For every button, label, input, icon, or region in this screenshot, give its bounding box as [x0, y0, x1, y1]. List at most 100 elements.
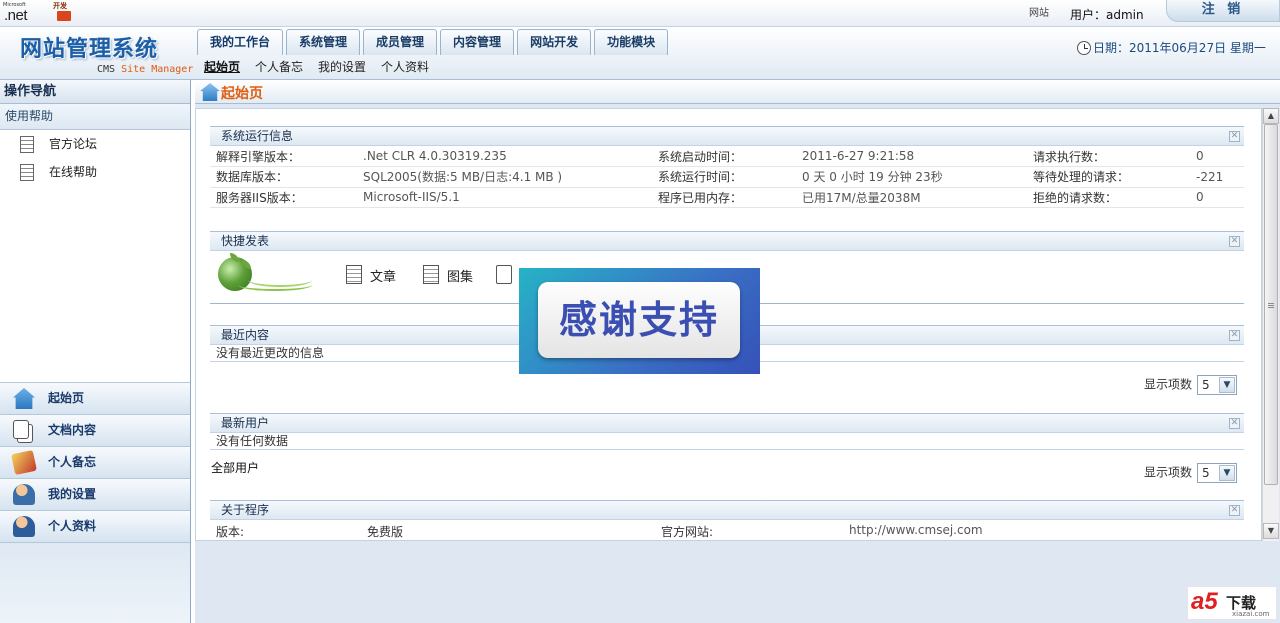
quick-gallery-button[interactable]: 图集 — [423, 265, 474, 285]
brand-sub-site: Site Manager — [121, 64, 194, 75]
dotnet-logo: Microsoft .net — [3, 2, 41, 24]
close-icon[interactable]: ✕ — [1229, 131, 1240, 142]
all-users-link[interactable]: 全部用户 — [211, 459, 259, 476]
panel-title: 系统运行信息 ✕ — [210, 126, 1244, 146]
site-label: 官方网站: — [661, 525, 714, 539]
watermark-brand: a5 — [1191, 588, 1218, 615]
grip-icon — [1268, 303, 1274, 309]
current-user: 用户：admin — [1070, 8, 1144, 22]
thanks-overlay: 感谢支持 — [519, 268, 760, 374]
site-brand-logo: 网站管理系统 — [20, 36, 159, 62]
info-value: .Net CLR 4.0.30319.235 — [357, 146, 652, 167]
document-icon — [20, 136, 34, 153]
sidebar-module-profile[interactable]: 个人资料 — [0, 510, 190, 542]
vertical-scrollbar[interactable]: ▲ ▼ — [1262, 108, 1279, 541]
info-label: 系统启动时间： — [652, 146, 796, 167]
tab-modules[interactable]: 功能模块 — [594, 29, 669, 55]
recent-count-select[interactable]: 5 ▼ — [1197, 375, 1238, 395]
select-value: 5 — [1202, 466, 1210, 480]
recent-count-control: 显示项数 5 ▼ — [1144, 375, 1238, 395]
tab-content[interactable]: 内容管理 — [440, 29, 515, 55]
quick-item-label: 图集 — [447, 270, 474, 285]
panel-title: 关于程序 ✕ — [210, 500, 1244, 520]
top-bar: Microsoft .net 开发 网站 用户：admin 注 销 — [0, 0, 1280, 27]
close-icon[interactable]: ✕ — [1229, 236, 1240, 247]
article-icon — [346, 265, 362, 284]
count-label: 显示项数 — [1144, 377, 1193, 392]
close-icon[interactable]: ✕ — [1229, 330, 1240, 341]
schedule-icon[interactable] — [496, 265, 512, 284]
info-value: Microsoft-IIS/5.1 — [357, 187, 652, 208]
sidebar-module-documents[interactable]: 文档内容 — [0, 414, 190, 446]
table-row: 解释引擎版本： .Net CLR 4.0.30319.235 系统启动时间： 2… — [210, 146, 1244, 167]
scroll-up-arrow[interactable]: ▲ — [1263, 108, 1279, 124]
site-link[interactable]: 网站 — [1029, 4, 1049, 19]
panel-title-text: 快捷发表 — [221, 234, 270, 248]
info-label: 程序已用内存： — [652, 187, 796, 208]
panel-system-info: 系统运行信息 ✕ 解释引擎版本： .Net CLR 4.0.30319.235 … — [210, 126, 1244, 208]
left-sidebar: 操作导航 使用帮助 官方论坛 在线帮助 起始页 文档内容 个人备忘 我的设置 个… — [0, 80, 191, 623]
scroll-thumb[interactable] — [1264, 124, 1278, 485]
sidebar-module-label: 我的设置 — [48, 487, 97, 501]
date-text: 日期：2011年06月27日 星期一 — [1093, 41, 1266, 55]
sub-nav: 起始页 个人备忘 我的设置 个人资料 — [204, 58, 444, 75]
quick-article-button[interactable]: 文章 — [346, 265, 396, 285]
logout-button[interactable]: 注 销 — [1166, 0, 1280, 22]
info-label: 服务器IIS版本： — [210, 187, 357, 208]
close-icon[interactable]: ✕ — [1229, 505, 1240, 516]
home-icon — [200, 83, 220, 101]
info-label: 解释引擎版本： — [210, 146, 357, 167]
home-icon — [13, 388, 35, 409]
sidebar-category-help[interactable]: 使用帮助 — [0, 104, 190, 130]
sidebar-module-label: 起始页 — [48, 391, 85, 405]
sidebar-link-forum[interactable]: 官方论坛 — [0, 130, 190, 158]
sidebar-link-online-help[interactable]: 在线帮助 — [0, 158, 190, 186]
table-row: 数据库版本： SQL2005(数据:5 MB/日志:4.1 MB ) 系统运行时… — [210, 166, 1244, 188]
page-title: 起始页 — [221, 86, 263, 102]
document-icon — [20, 164, 34, 181]
date-display: 日期：2011年06月27日 星期一 — [1077, 39, 1266, 56]
tab-site-dev[interactable]: 网站开发 — [517, 29, 592, 55]
chevron-down-icon: ▼ — [1219, 377, 1236, 393]
panel-title: 快捷发表 ✕ — [210, 231, 1244, 251]
tab-members[interactable]: 成员管理 — [363, 29, 438, 55]
subnav-memo[interactable]: 个人备忘 — [255, 58, 303, 75]
info-label: 等待处理的请求： — [1027, 166, 1190, 188]
sidebar-module-memo[interactable]: 个人备忘 — [0, 446, 190, 478]
info-label: 系统运行时间： — [652, 166, 796, 188]
panel-title-text: 最新用户 — [221, 416, 270, 430]
panel-about: 关于程序 ✕ 版本: 免费版 官方网站: http://www.cmsej.co… — [210, 500, 1244, 540]
subnav-settings[interactable]: 我的设置 — [318, 58, 366, 75]
sidebar-module-label: 个人备忘 — [48, 455, 97, 469]
table-row: 服务器IIS版本： Microsoft-IIS/5.1 程序已用内存： 已用17… — [210, 187, 1244, 208]
watermark-url: xiazai.com — [1232, 610, 1270, 618]
sidebar-module-settings[interactable]: 我的设置 — [0, 478, 190, 510]
user-profile-icon — [13, 516, 35, 537]
sidebar-module-start[interactable]: 起始页 — [0, 382, 190, 414]
subnav-start[interactable]: 起始页 — [204, 58, 240, 75]
users-count-select[interactable]: 5 ▼ — [1197, 463, 1238, 483]
version-value: 免费版 — [367, 525, 404, 539]
version-label: 版本: — [216, 525, 245, 539]
official-site-link[interactable]: http://www.cmsej.com — [849, 523, 983, 537]
count-label: 显示项数 — [1144, 465, 1193, 480]
info-label: 数据库版本： — [210, 166, 357, 188]
panel-title: 最新用户 ✕ — [210, 413, 1244, 433]
tab-workbench[interactable]: 我的工作台 — [197, 29, 284, 55]
sidebar-footer — [0, 542, 190, 623]
net-label: .net — [4, 7, 28, 24]
gallery-icon — [423, 265, 439, 284]
subnav-profile[interactable]: 个人资料 — [381, 58, 429, 75]
info-value: 已用17M/总量2038M — [796, 187, 1027, 208]
panel-title-text: 系统运行信息 — [221, 129, 294, 143]
sidebar-link-label: 在线帮助 — [49, 165, 98, 179]
close-icon[interactable]: ✕ — [1229, 418, 1240, 429]
user-settings-icon — [13, 484, 35, 505]
info-value: SQL2005(数据:5 MB/日志:4.1 MB ) — [357, 166, 652, 188]
info-value: 0 天 0 小时 19 分钟 23秒 — [796, 166, 1027, 188]
tab-system[interactable]: 系统管理 — [286, 29, 361, 55]
main-nav-tabs: 我的工作台 系统管理 成员管理 内容管理 网站开发 功能模块 — [197, 29, 671, 55]
main-header: 起始页 — [195, 80, 1280, 104]
scroll-down-arrow[interactable]: ▼ — [1263, 523, 1279, 539]
swoosh-decoration — [248, 273, 312, 287]
